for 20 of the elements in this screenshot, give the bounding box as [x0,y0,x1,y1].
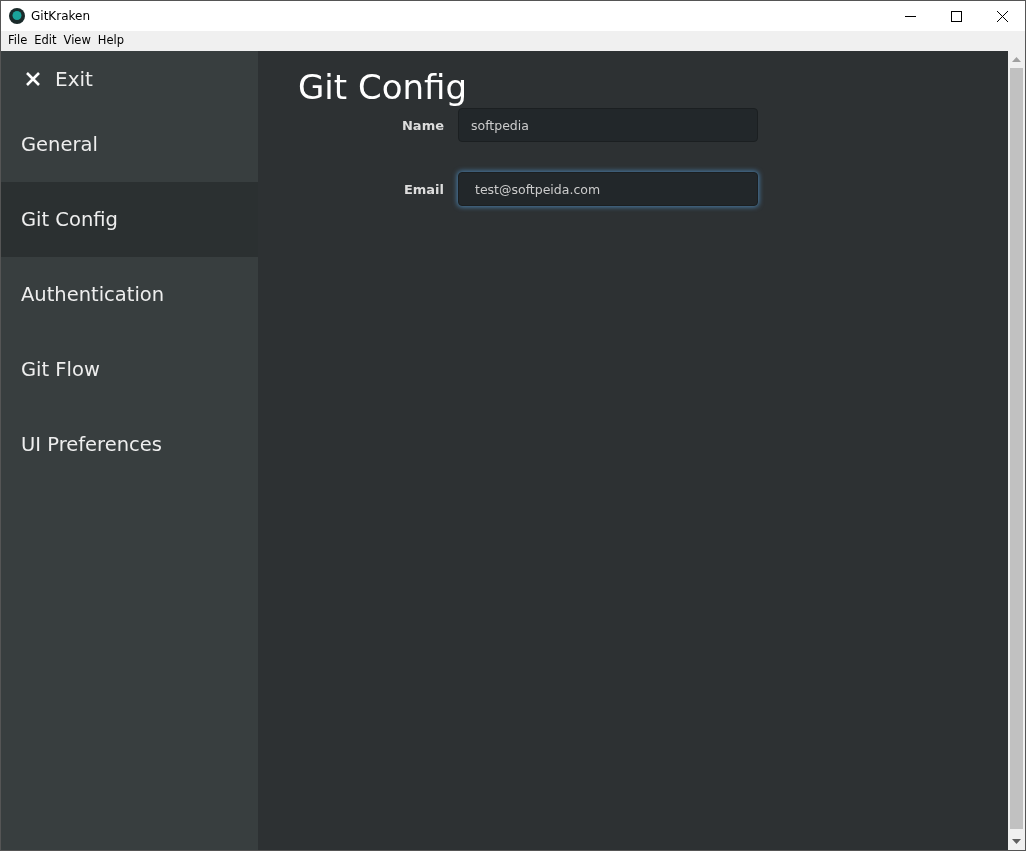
input-field[interactable]: softpedia [458,108,758,143]
field-label: Name [401,116,444,135]
exit-button[interactable]: Exit [1,51,258,107]
scroll-down-icon[interactable] [1012,839,1021,844]
input-field[interactable]: test@softpeida.com [458,172,758,207]
menu-item[interactable]: File [5,32,31,50]
menu-item[interactable]: View [60,32,94,50]
sidebar-item[interactable]: Git Config [1,182,258,257]
scrollbar[interactable] [1008,51,1025,850]
close-icon [996,10,1008,22]
menu-item[interactable]: Help [94,32,128,50]
close-icon [25,71,41,87]
scroll-up-icon[interactable] [1012,57,1021,62]
page-title: Git Config [298,69,469,107]
app-logo-icon [9,8,25,24]
field-label: Email [402,180,444,199]
scrollbar-thumb[interactable] [1010,68,1023,829]
maximize-icon [950,10,962,22]
window-title: GitKraken [31,8,90,25]
menu-item[interactable]: Edit [31,32,60,50]
